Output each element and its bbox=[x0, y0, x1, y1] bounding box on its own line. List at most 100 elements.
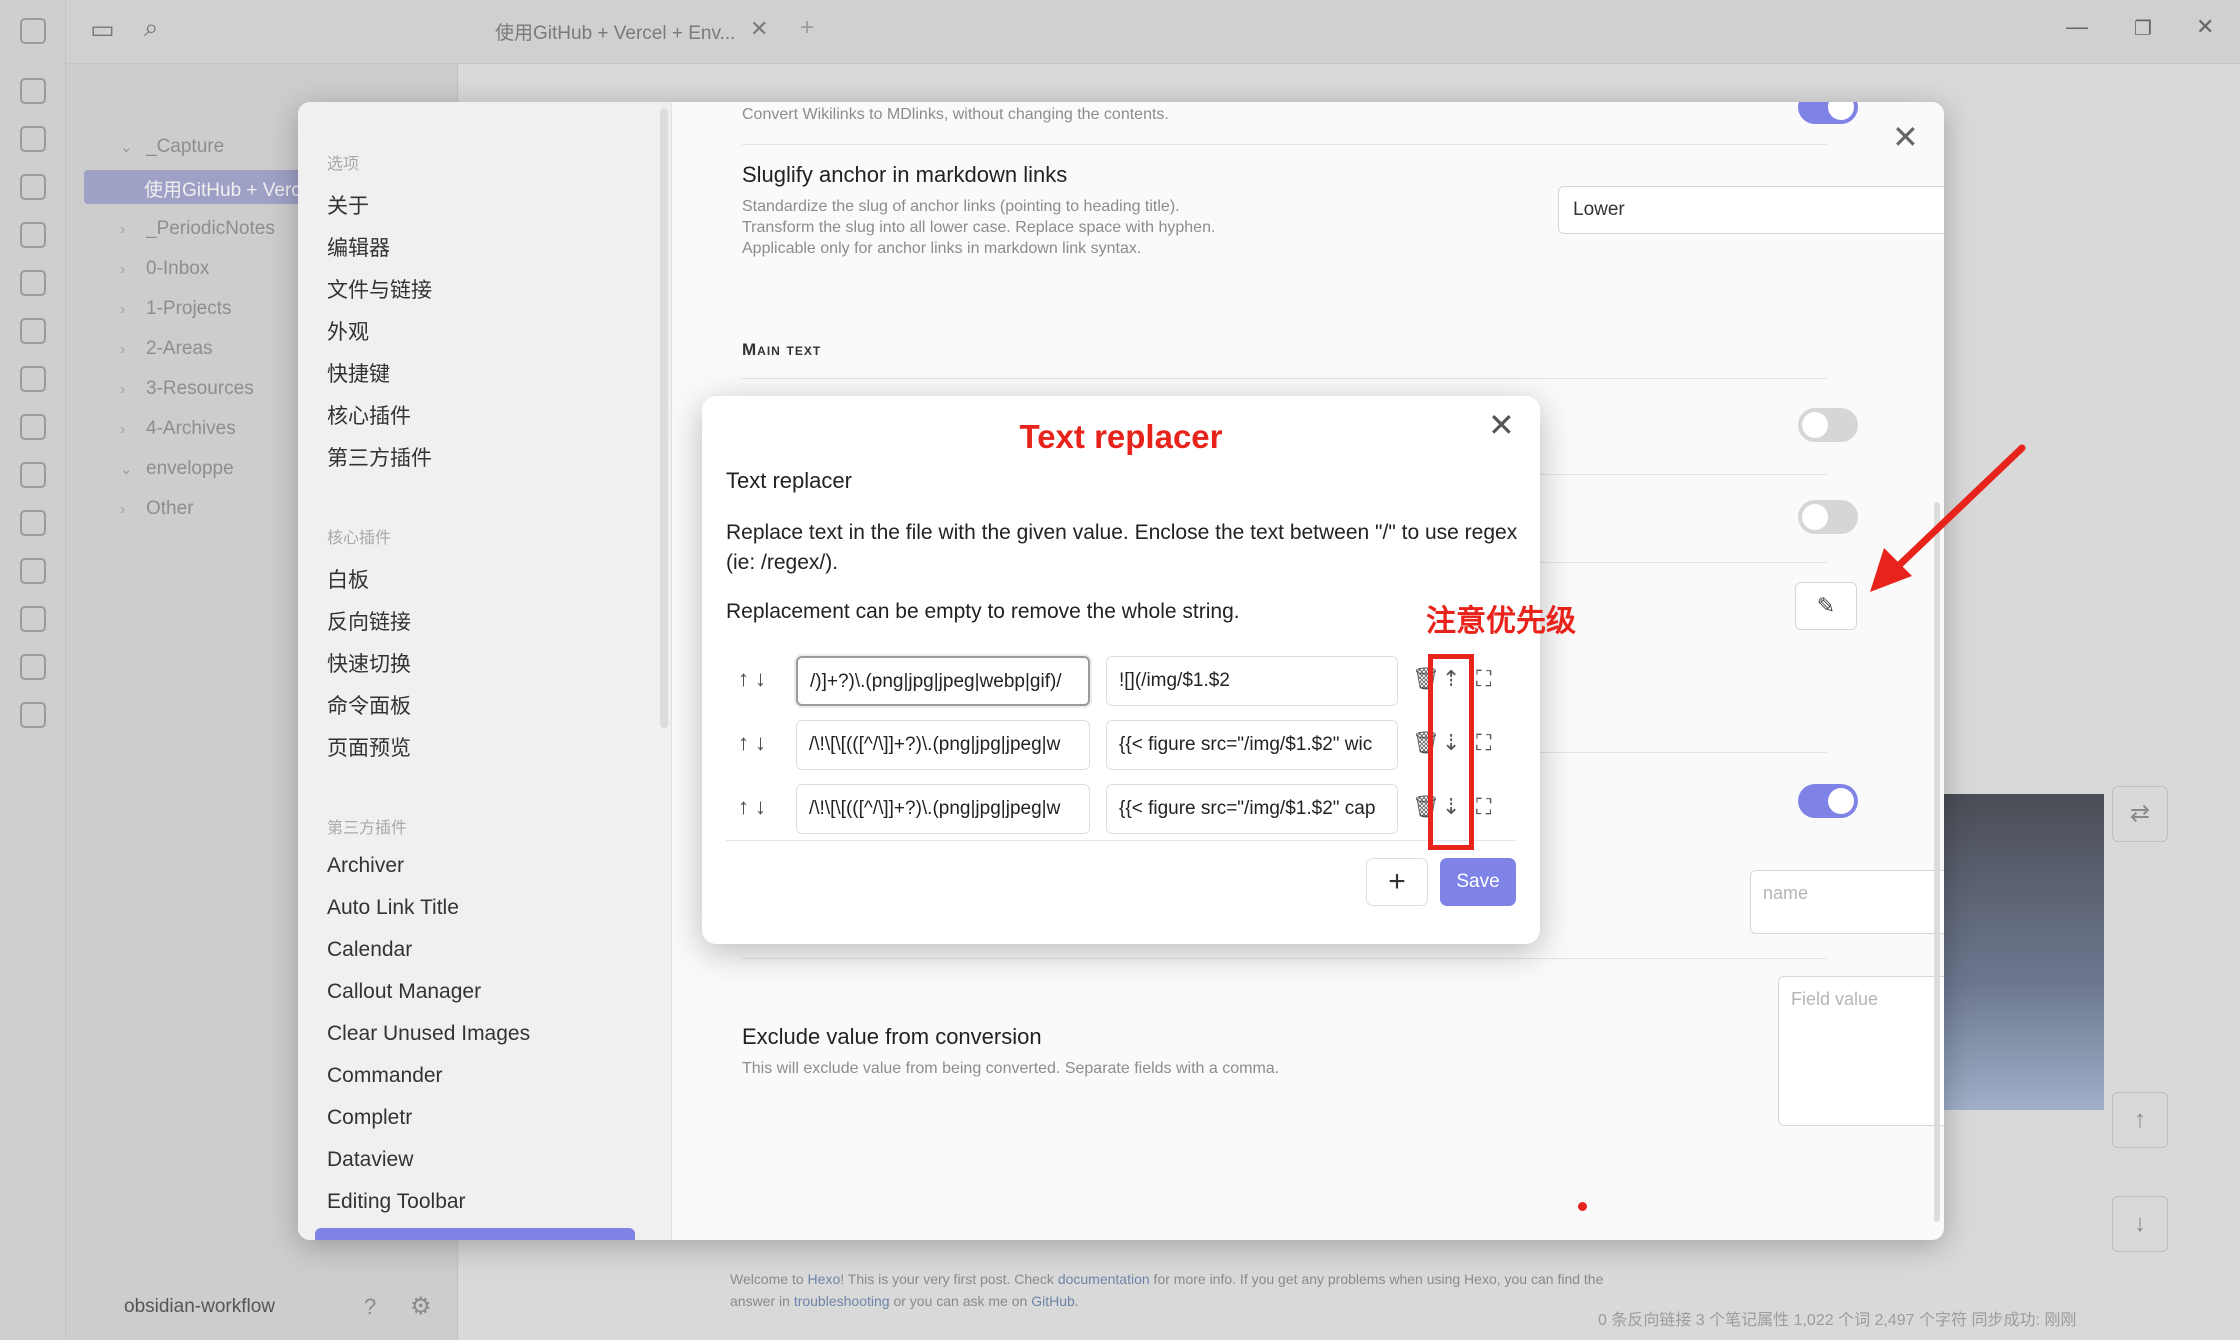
template-icon[interactable] bbox=[20, 414, 46, 440]
slides-icon[interactable] bbox=[20, 318, 46, 344]
setting-desc: Convert Wikilinks to MDlinks, without ch… bbox=[742, 106, 1169, 123]
settings-scrollbar[interactable] bbox=[1934, 502, 1940, 1222]
nav-item-plugin[interactable]: Commander bbox=[327, 1064, 443, 1088]
nav-item-hotkeys[interactable]: 快捷键 bbox=[327, 358, 390, 388]
wikilinks-toggle[interactable] bbox=[1798, 102, 1858, 124]
nav-item-plugin[interactable]: Dataview bbox=[327, 1148, 413, 1172]
history-icon[interactable] bbox=[20, 558, 46, 584]
edit-button[interactable]: ✎ bbox=[1795, 582, 1857, 630]
nav-item-page-preview[interactable]: 页面预览 bbox=[327, 732, 411, 762]
nav-item-appearance[interactable]: 外观 bbox=[327, 316, 369, 346]
replace-input[interactable]: {{< figure src="/img/$1.$2" wic bbox=[1106, 720, 1398, 770]
grid-icon[interactable] bbox=[20, 174, 46, 200]
vault-name[interactable]: obsidian-workflow bbox=[124, 1296, 275, 1318]
nav-item-files-links[interactable]: 文件与链接 bbox=[327, 274, 432, 304]
nav-item-selected[interactable] bbox=[315, 1228, 635, 1240]
nav-item-editor[interactable]: 编辑器 bbox=[327, 232, 390, 262]
tab-note[interactable]: 使用GitHub + Vercel + Env... bbox=[495, 18, 735, 45]
tree-item[interactable]: › Other bbox=[120, 498, 194, 520]
nav-item-community-plugins[interactable]: 第三方插件 bbox=[327, 442, 432, 472]
close-tab-icon[interactable]: ✕ bbox=[750, 16, 768, 42]
tree-item[interactable]: ⌄ _Capture bbox=[120, 136, 224, 158]
fullscreen-icon[interactable]: ⛶ bbox=[1476, 794, 1491, 820]
find-input[interactable]: /\!\[\[(([^/\]]+?)\.(png|jpg|jpeg|w bbox=[796, 784, 1090, 834]
nav-item-plugin[interactable]: Auto Link Title bbox=[327, 896, 459, 920]
nav-item-plugin[interactable]: Callout Manager bbox=[327, 980, 481, 1004]
pen-icon[interactable] bbox=[20, 366, 46, 392]
move-arrows-icon[interactable]: ↑↓ bbox=[738, 666, 772, 692]
replacer-row: ↑↓ /)]+?)\.(png|jpg|jpeg|webp|gif)/ ![](… bbox=[726, 656, 1516, 708]
tree-item[interactable]: › 3-Resources bbox=[120, 378, 254, 400]
nav-item-plugin[interactable]: Archiver bbox=[327, 854, 404, 878]
left-ribbon bbox=[0, 0, 66, 1340]
nav-item-core-plugins[interactable]: 核心插件 bbox=[327, 400, 411, 430]
nav-item-plugin[interactable]: Calendar bbox=[327, 938, 412, 962]
reading-view-icon[interactable]: ⇄ bbox=[2112, 786, 2168, 842]
tree-item[interactable]: › _PeriodicNotes bbox=[120, 218, 275, 240]
new-tab-icon[interactable]: + bbox=[800, 14, 814, 42]
close-icon[interactable]: ✕ bbox=[1488, 406, 1515, 444]
slug-case-select[interactable]: Lower ⇕ bbox=[1558, 186, 1944, 234]
scroll-up-icon[interactable]: ↑ bbox=[2112, 1092, 2168, 1148]
nav-item-plugin[interactable]: Editing Toolbar bbox=[327, 1190, 466, 1214]
calendar-icon[interactable] bbox=[20, 702, 46, 728]
move-arrows-icon[interactable]: ↑↓ bbox=[738, 794, 772, 820]
github-link[interactable]: GitHub bbox=[1031, 1293, 1075, 1309]
tree-item[interactable]: › 4-Archives bbox=[120, 418, 236, 440]
modal-description: Replace text in the file with the given … bbox=[726, 521, 1518, 574]
field-name-input[interactable]: name bbox=[1750, 870, 1944, 934]
text-replacer-modal: Text replacer ✕ Text replacer Replace te… bbox=[702, 396, 1540, 944]
tree-item[interactable]: ⌄ enveloppe bbox=[120, 458, 234, 480]
move-arrows-icon[interactable]: ↑↓ bbox=[738, 730, 772, 756]
percent-icon[interactable] bbox=[20, 462, 46, 488]
layout-icon[interactable] bbox=[20, 222, 46, 248]
close-settings-icon[interactable]: ✕ bbox=[1892, 118, 1919, 156]
nav-scrollbar[interactable] bbox=[660, 108, 668, 728]
nav-group-options: 选项 bbox=[327, 156, 360, 173]
nav-item-plugin[interactable]: Completr bbox=[327, 1106, 412, 1130]
image-icon[interactable] bbox=[20, 606, 46, 632]
main-text-toggle-3[interactable] bbox=[1798, 784, 1858, 818]
archive-icon[interactable] bbox=[20, 78, 46, 104]
bookmark-icon[interactable] bbox=[20, 654, 46, 680]
note-footer-text: Welcome to Hexo! This is your very first… bbox=[730, 1271, 1604, 1309]
setting-title: Exclude value from conversion bbox=[742, 1024, 1042, 1049]
save-button[interactable]: Save bbox=[1440, 858, 1516, 906]
nav-item-quick-switcher[interactable]: 快速切换 bbox=[327, 648, 411, 678]
nav-item-canvas[interactable]: 白板 bbox=[327, 564, 369, 594]
restore-icon[interactable]: ❐ bbox=[2134, 16, 2152, 41]
hexo-link[interactable]: Hexo bbox=[808, 1271, 841, 1287]
search-icon[interactable]: ⌕ bbox=[144, 12, 159, 44]
nav-item-about[interactable]: 关于 bbox=[327, 190, 369, 220]
wand-icon[interactable] bbox=[20, 270, 46, 296]
main-text-toggle-1[interactable] bbox=[1798, 408, 1858, 442]
settings-gear-icon[interactable]: ⚙ bbox=[410, 1292, 432, 1321]
close-window-icon[interactable]: ✕ bbox=[2196, 14, 2214, 40]
nav-item-plugin[interactable]: Clear Unused Images bbox=[327, 1022, 530, 1046]
fullscreen-icon[interactable]: ⛶ bbox=[1476, 730, 1491, 756]
sidebar-toggle-icon[interactable] bbox=[20, 18, 46, 44]
nav-item-command-palette[interactable]: 命令面板 bbox=[327, 690, 411, 720]
tree-item[interactable]: › 2-Areas bbox=[120, 338, 213, 360]
scroll-down-icon[interactable]: ↓ bbox=[2112, 1196, 2168, 1252]
help-icon[interactable]: ? bbox=[364, 1294, 376, 1320]
field-value-input[interactable]: Field value bbox=[1778, 976, 1944, 1126]
replace-input[interactable]: {{< figure src="/img/$1.$2" cap bbox=[1106, 784, 1398, 834]
tree-item[interactable]: › 0-Inbox bbox=[120, 258, 209, 280]
folder-icon[interactable]: ▭ bbox=[90, 14, 115, 45]
setting-desc: Standardize the slug of anchor links (po… bbox=[742, 198, 1216, 257]
add-row-button[interactable]: + bbox=[1366, 858, 1428, 906]
nav-item-backlinks[interactable]: 反向链接 bbox=[327, 606, 411, 636]
find-input[interactable]: /\!\[\[(([^/\]]+?)\.(png|jpg|jpeg|w bbox=[796, 720, 1090, 770]
minimize-icon[interactable]: — bbox=[2066, 14, 2088, 40]
fullscreen-icon[interactable]: ⛶ bbox=[1476, 666, 1491, 692]
main-text-toggle-2[interactable] bbox=[1798, 500, 1858, 534]
file-icon[interactable] bbox=[20, 126, 46, 152]
replace-input[interactable]: ![](/img/$1.$2 bbox=[1106, 656, 1398, 706]
find-input[interactable]: /)]+?)\.(png|jpg|jpeg|webp|gif)/ bbox=[796, 656, 1090, 706]
divider bbox=[726, 840, 1516, 841]
documentation-link[interactable]: documentation bbox=[1058, 1271, 1150, 1287]
troubleshooting-link[interactable]: troubleshooting bbox=[794, 1293, 890, 1309]
translate-icon[interactable] bbox=[20, 510, 46, 536]
tree-item[interactable]: › 1-Projects bbox=[120, 298, 232, 320]
